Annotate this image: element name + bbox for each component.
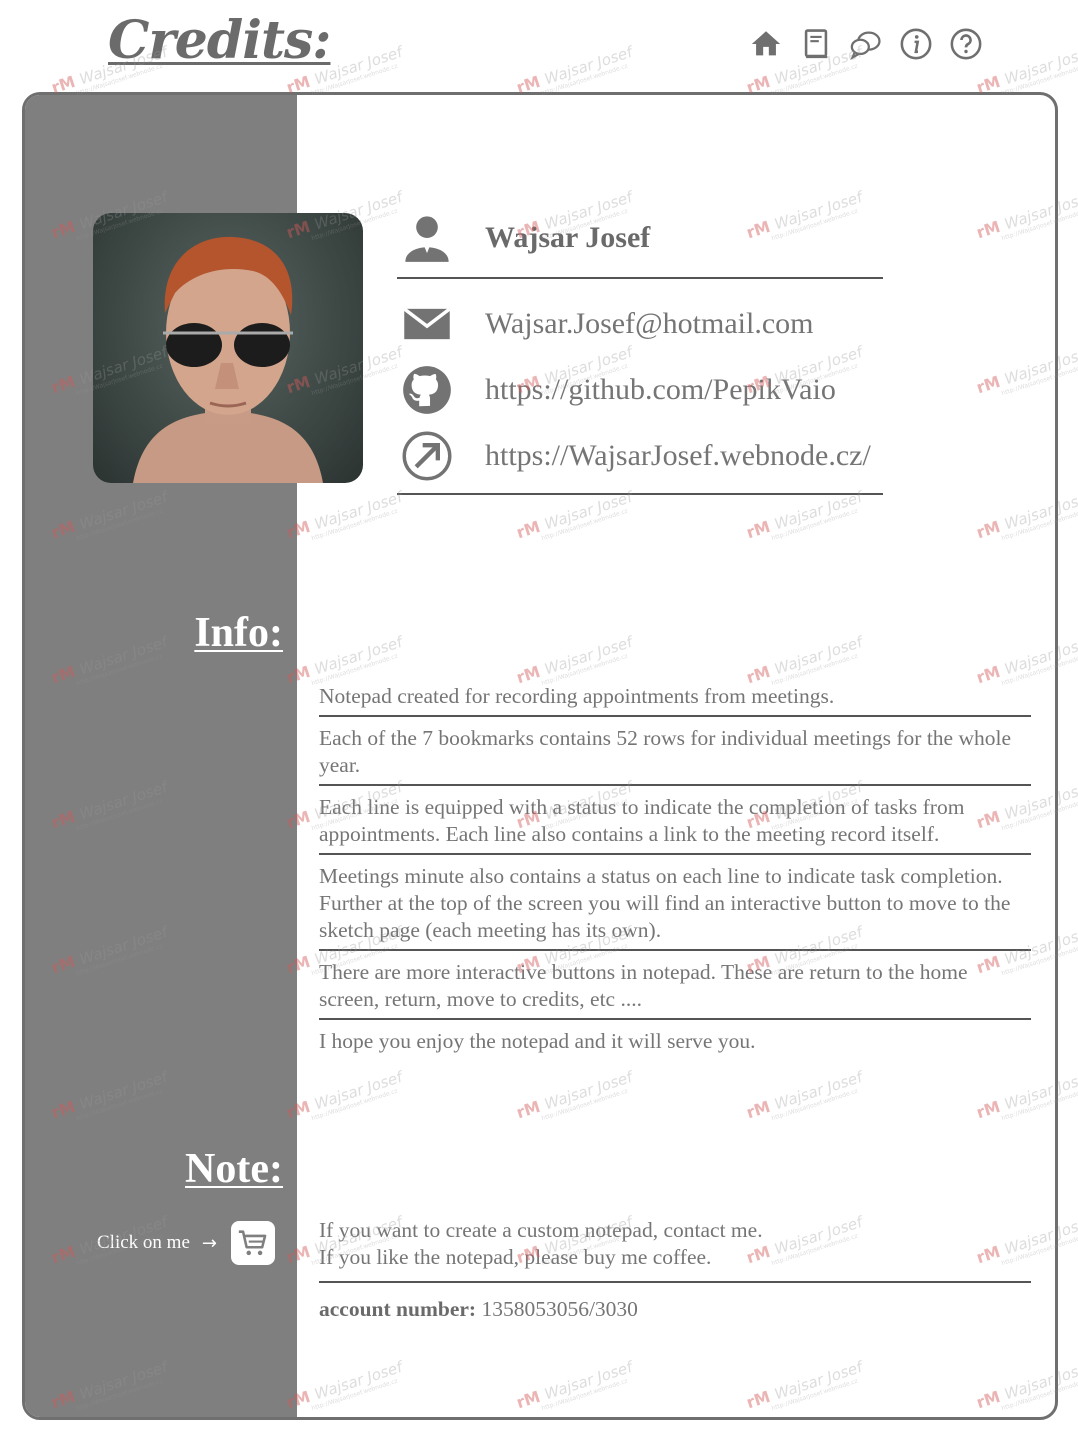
- info-icon: [900, 28, 932, 60]
- profile-photo: [93, 213, 363, 483]
- top-navigation: [748, 26, 984, 62]
- info-item: I hope you enjoy the notepad and it will…: [319, 1029, 756, 1053]
- portrait-image: [133, 236, 323, 483]
- buy-coffee-prompt: Click on me →: [97, 1221, 275, 1265]
- mail-icon: [403, 307, 451, 340]
- divider: [397, 277, 883, 279]
- info-item: Each line is equipped with a status to i…: [319, 786, 1031, 855]
- external-link-icon: [402, 431, 452, 481]
- contact-website-row: https://WajsarJosef.webnode.cz/: [397, 423, 883, 489]
- help-icon: [950, 28, 982, 60]
- info-item: There are more interactive buttons in no…: [319, 951, 1031, 1020]
- github-icon: [403, 366, 451, 414]
- divider: [397, 493, 883, 495]
- notebook-icon: [804, 29, 828, 59]
- github-link[interactable]: https://github.com/PepikVaio: [485, 373, 836, 407]
- chat-button[interactable]: [848, 26, 884, 62]
- note-line: If you want to create a custom notepad, …: [319, 1218, 763, 1242]
- info-item: Meetings minute also contains a status o…: [319, 855, 1031, 951]
- info-list: Notepad created for recording appointmen…: [319, 675, 1031, 1060]
- contact-github-row: https://github.com/PepikVaio: [397, 357, 883, 423]
- user-icon: [405, 216, 449, 262]
- account-number: account number: 1358053056/3030: [319, 1297, 1031, 1322]
- contact-panel: Wajsar Josef Wajsar.Josef@hotmail.com ht…: [397, 205, 883, 495]
- account-label: account number:: [319, 1297, 477, 1321]
- info-button[interactable]: [898, 26, 934, 62]
- page-title: Credits:: [108, 10, 331, 71]
- notebook-button[interactable]: [798, 26, 834, 62]
- website-link[interactable]: https://WajsarJosef.webnode.cz/: [485, 439, 871, 473]
- email-link[interactable]: Wajsar.Josef@hotmail.com: [485, 307, 813, 341]
- buy-coffee-button[interactable]: [230, 1221, 275, 1265]
- info-item: Each of the 7 bookmarks contains 52 rows…: [319, 717, 1031, 786]
- divider: [319, 1281, 1031, 1283]
- contact-email-row: Wajsar.Josef@hotmail.com: [397, 291, 883, 357]
- home-button[interactable]: [748, 26, 784, 62]
- help-button[interactable]: [948, 26, 984, 62]
- info-heading: Info:: [194, 610, 283, 656]
- note-line: If you like the notepad, please buy me c…: [319, 1245, 712, 1269]
- info-item: Notepad created for recording appointmen…: [319, 675, 1031, 717]
- account-value: 1358053056/3030: [481, 1297, 638, 1321]
- home-icon: [751, 31, 781, 56]
- note-section: If you want to create a custom notepad, …: [319, 1217, 1031, 1322]
- credits-card: Wajsar Josef Wajsar.Josef@hotmail.com ht…: [22, 92, 1058, 1420]
- arrow-right-icon: →: [201, 1232, 217, 1254]
- contact-name-row: Wajsar Josef: [397, 205, 883, 271]
- note-heading: Note:: [185, 1146, 283, 1192]
- shopping-cart-icon: [238, 1230, 267, 1256]
- click-me-label: Click on me: [97, 1232, 190, 1253]
- chat-icon: [850, 31, 881, 61]
- contact-name: Wajsar Josef: [485, 221, 651, 254]
